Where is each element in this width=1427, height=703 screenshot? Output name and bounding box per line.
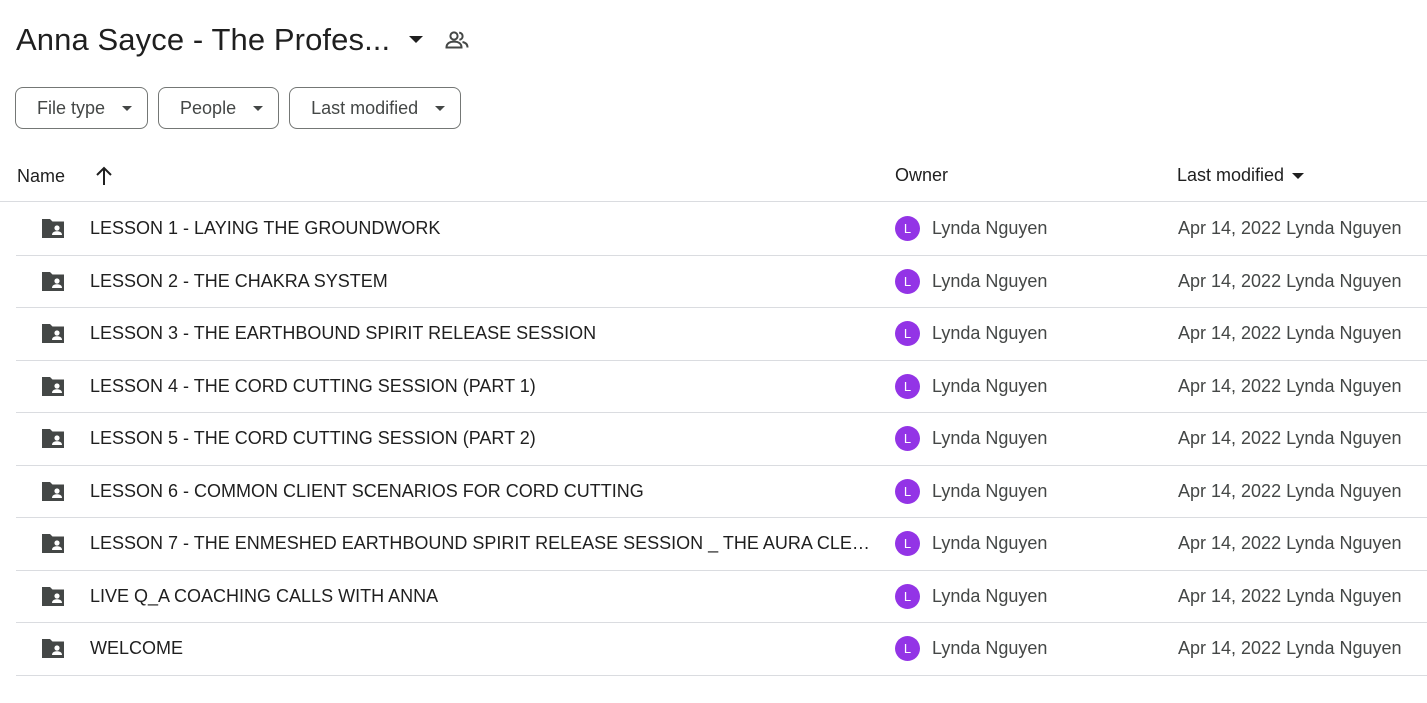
table-row[interactable]: LESSON 2 - THE CHAKRA SYSTEM L Lynda Ngu…	[16, 256, 1427, 308]
last-modified-value: Apr 14, 2022 Lynda Nguyen	[1178, 428, 1402, 448]
name-column-header[interactable]: Name	[17, 165, 115, 187]
people-icon[interactable]	[444, 27, 470, 53]
last-modified-column-label: Last modified	[1177, 165, 1285, 185]
last-modified-filter-chip[interactable]: Last modified	[289, 87, 462, 129]
table-row[interactable]: LIVE Q_A COACHING CALLS WITH ANNA L Lynd…	[16, 571, 1427, 623]
last-modified-value: Apr 14, 2022 Lynda Nguyen	[1178, 375, 1402, 396]
people-filter-chip[interactable]: People	[158, 87, 280, 129]
shared-folder-icon	[40, 427, 66, 451]
table-row[interactable]: LESSON 1 - LAYING THE GROUNDWORK L Lynda…	[16, 203, 1427, 256]
owner-name: Lynda Nguyen	[932, 585, 1048, 606]
file-name: LESSON 6 - COMMON CLIENT SCENARIOS FOR C…	[90, 480, 644, 501]
owner-name: Lynda Nguyen	[932, 218, 1048, 238]
shared-folder-icon	[40, 375, 66, 399]
owner-avatar: L	[895, 321, 920, 346]
table-row[interactable]: LESSON 4 - THE CORD CUTTING SESSION (PAR…	[16, 361, 1427, 413]
last-modified-value: Apr 14, 2022 Lynda Nguyen	[1178, 533, 1402, 553]
owner-name: Lynda Nguyen	[932, 375, 1048, 396]
shared-folder-icon	[40, 637, 66, 661]
owner-column-header[interactable]: Owner	[895, 165, 948, 186]
last-modified-value: Apr 14, 2022 Lynda Nguyen	[1178, 218, 1402, 238]
owner-avatar: L	[895, 531, 920, 556]
table-row[interactable]: LESSON 5 - THE CORD CUTTING SESSION (PAR…	[16, 413, 1427, 466]
last-modified-value: Apr 14, 2022 Lynda Nguyen	[1178, 585, 1402, 606]
shared-folder-icon	[40, 322, 66, 346]
table-row[interactable]: LESSON 7 - THE ENMESHED EARTHBOUND SPIRI…	[16, 518, 1427, 571]
file-name: LIVE Q_A COACHING CALLS WITH ANNA	[90, 585, 439, 606]
arrow-drop-down-icon[interactable]	[1291, 169, 1305, 183]
file-name: LESSON 5 - THE CORD CUTTING SESSION (PAR…	[90, 428, 536, 448]
filter-bar: File type People Last modified	[15, 87, 462, 129]
owner-name: Lynda Nguyen	[932, 638, 1048, 658]
arrow-drop-down-icon	[434, 102, 446, 114]
file-name: LESSON 4 - THE CORD CUTTING SESSION (PAR…	[90, 375, 536, 396]
file-type-filter-chip[interactable]: File type	[15, 87, 149, 129]
table-row[interactable]: LESSON 6 - COMMON CLIENT SCENARIOS FOR C…	[16, 466, 1427, 518]
arrow-drop-down-icon	[121, 102, 133, 114]
last-modified-column-header[interactable]: Last modified	[1177, 165, 1305, 186]
folder-title[interactable]: Anna Sayce - The Profes...	[16, 22, 390, 58]
shared-folder-icon	[40, 532, 66, 556]
file-name: LESSON 1 - LAYING THE GROUNDWORK	[90, 218, 441, 238]
owner-avatar: L	[895, 216, 920, 241]
file-name: WELCOME	[90, 638, 184, 658]
shared-folder-icon	[40, 270, 66, 294]
table-row[interactable]: WELCOME L Lynda Nguyen Apr 14, 2022 Lynd…	[16, 623, 1427, 676]
file-name: LESSON 2 - THE CHAKRA SYSTEM	[90, 270, 388, 291]
chip-label: People	[180, 97, 237, 118]
chip-label: File type	[37, 97, 106, 118]
arrow-drop-down-icon[interactable]	[404, 28, 428, 52]
owner-name: Lynda Nguyen	[932, 533, 1048, 553]
shared-folder-icon	[40, 480, 66, 504]
file-name: LESSON 7 - THE ENMESHED EARTHBOUND SPIRI…	[90, 533, 870, 553]
last-modified-value: Apr 14, 2022 Lynda Nguyen	[1178, 480, 1402, 501]
folder-header: Anna Sayce - The Profes...	[16, 18, 470, 62]
chip-label: Last modified	[311, 97, 419, 118]
owner-name: Lynda Nguyen	[932, 323, 1048, 343]
last-modified-value: Apr 14, 2022 Lynda Nguyen	[1178, 638, 1402, 658]
owner-avatar: L	[895, 636, 920, 661]
owner-avatar: L	[895, 268, 920, 294]
shared-folder-icon	[40, 217, 66, 241]
name-column-label: Name	[17, 165, 66, 186]
sort-ascending-arrow-icon[interactable]	[93, 165, 115, 187]
table-row[interactable]: LESSON 3 - THE EARTHBOUND SPIRIT RELEASE…	[16, 308, 1427, 361]
owner-avatar: L	[895, 373, 920, 399]
file-list-header: Name Owner Last modified	[0, 152, 1427, 202]
file-list: LESSON 1 - LAYING THE GROUNDWORK L Lynda…	[16, 203, 1427, 676]
owner-avatar: L	[895, 478, 920, 504]
drive-folder-view: Anna Sayce - The Profes... File type Peo…	[0, 0, 1427, 703]
owner-name: Lynda Nguyen	[932, 480, 1048, 501]
owner-name: Lynda Nguyen	[932, 270, 1048, 291]
file-name: LESSON 3 - THE EARTHBOUND SPIRIT RELEASE…	[90, 323, 597, 343]
owner-avatar: L	[895, 583, 920, 609]
last-modified-value: Apr 14, 2022 Lynda Nguyen	[1178, 323, 1402, 343]
owner-name: Lynda Nguyen	[932, 428, 1048, 448]
owner-avatar: L	[895, 426, 920, 451]
shared-folder-icon	[40, 585, 66, 609]
arrow-drop-down-icon	[252, 102, 264, 114]
last-modified-value: Apr 14, 2022 Lynda Nguyen	[1178, 270, 1402, 291]
